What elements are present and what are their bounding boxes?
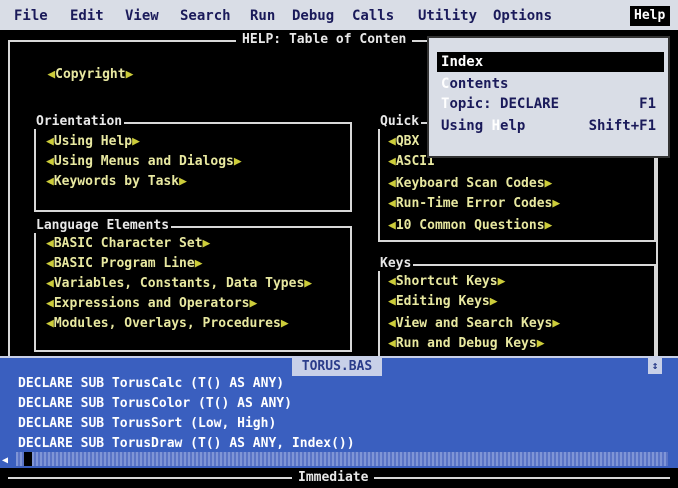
maximize-icon[interactable]: ↕: [648, 358, 662, 374]
link-label: BASIC Character Set: [53, 236, 203, 251]
link-label: 10 Common Questions: [395, 218, 545, 233]
help-window-title: HELP: Table of Conten: [236, 32, 413, 47]
menu-run[interactable]: Run: [250, 8, 275, 24]
menu-help[interactable]: Help: [630, 6, 670, 26]
menu-item-using-help[interactable]: Using Help: [441, 118, 525, 134]
link-view-search-keys[interactable]: ◀View and Search Keys▶: [388, 316, 560, 331]
menu-calls[interactable]: Calls: [352, 8, 394, 24]
link-modules[interactable]: ◀Modules, Overlays, Procedures▶: [46, 316, 289, 331]
menu-edit[interactable]: Edit: [70, 8, 104, 24]
link-label: Editing Keys: [395, 294, 490, 309]
link-label: View and Search Keys: [395, 316, 553, 331]
link-label: BASIC Program Line: [53, 256, 195, 271]
link-label: Run and Debug Keys: [395, 336, 537, 351]
code-line[interactable]: DECLARE SUB TorusColor (T() AS ANY): [18, 396, 292, 411]
code-line[interactable]: DECLARE SUB TorusDraw (T() AS ANY, Index…: [18, 436, 355, 451]
menu-file[interactable]: File: [14, 8, 48, 24]
copyright-link[interactable]: ◀Copyright▶: [16, 52, 133, 97]
link-keywords-by-task[interactable]: ◀Keywords by Task▶: [46, 174, 187, 189]
link-label: Shortcut Keys: [395, 274, 498, 289]
menu-item-label: ndex: [449, 54, 484, 70]
link-label: QBX: [395, 134, 420, 149]
language-elements-title: Language Elements: [34, 218, 172, 233]
copyright-label: Copyright: [55, 67, 126, 82]
menu-item-label: ontents: [449, 76, 509, 92]
orientation-title: Orientation: [34, 114, 125, 129]
link-expressions[interactable]: ◀Expressions and Operators▶: [46, 296, 257, 311]
link-label: Variables, Constants, Data Types: [53, 276, 305, 291]
link-label: Run-Time Error Codes: [395, 196, 553, 211]
menu-item-prefix: Using: [441, 118, 492, 134]
link-error-codes[interactable]: ◀Run-Time Error Codes▶: [388, 196, 560, 211]
shortcut-f1: F1: [639, 96, 656, 112]
code-line[interactable]: DECLARE SUB TorusSort (Low, High): [18, 416, 276, 431]
menu-item-label: opic: DECLARE: [449, 96, 560, 112]
keys-title: Keys: [378, 256, 414, 271]
menu-debug[interactable]: Debug: [292, 8, 334, 24]
menu-item-label: elp: [500, 118, 526, 134]
link-label: Keywords by Task: [53, 174, 180, 189]
link-run-debug-keys[interactable]: ◀Run and Debug Keys▶: [388, 336, 545, 351]
menu-bar: File Edit View Search Run Debug Calls Ut…: [0, 0, 678, 30]
help-menu-dropdown: Index Contents Topic: DECLARE F1 Using H…: [427, 36, 670, 158]
menu-utility[interactable]: Utility: [418, 8, 477, 24]
hotkey-label: H: [491, 118, 501, 134]
menu-view[interactable]: View: [125, 8, 159, 24]
immediate-window[interactable]: Immediate: [0, 468, 678, 488]
menu-options[interactable]: Options: [493, 8, 552, 24]
link-shortcut-keys[interactable]: ◀Shortcut Keys▶: [388, 274, 505, 289]
link-character-set[interactable]: ◀BASIC Character Set▶: [46, 236, 210, 251]
link-label: Using Menus and Dialogs: [53, 154, 234, 169]
menu-item-index[interactable]: Index: [441, 54, 483, 70]
source-window-title: TORUS.BAS: [292, 358, 382, 376]
quick-title: Quick: [378, 114, 422, 129]
code-line[interactable]: DECLARE SUB TorusCalc (T() AS ANY): [18, 376, 284, 391]
menu-item-topic[interactable]: Topic: DECLARE: [441, 96, 660, 112]
menu-item-contents[interactable]: Contents: [441, 76, 508, 92]
link-editing-keys[interactable]: ◀Editing Keys▶: [388, 294, 498, 309]
link-label: Expressions and Operators: [53, 296, 250, 311]
immediate-title: Immediate: [292, 470, 375, 485]
link-variables[interactable]: ◀Variables, Constants, Data Types▶: [46, 276, 312, 291]
link-common-questions[interactable]: ◀10 Common Questions▶: [388, 218, 552, 233]
link-scan-codes[interactable]: ◀Keyboard Scan Codes▶: [388, 176, 552, 191]
link-qbx[interactable]: ◀QBX: [388, 134, 419, 149]
horizontal-scrollbar[interactable]: [16, 452, 668, 466]
link-using-help[interactable]: ◀Using Help▶: [46, 134, 140, 149]
menu-search[interactable]: Search: [180, 8, 231, 24]
scroll-left-icon[interactable]: ◀: [2, 454, 14, 468]
link-using-menus[interactable]: ◀Using Menus and Dialogs▶: [46, 154, 242, 169]
scrollbar-thumb[interactable]: [24, 452, 32, 466]
link-label: Modules, Overlays, Procedures: [53, 316, 281, 331]
link-label: Using Help: [53, 134, 133, 149]
shortcut-shift-f1: Shift+F1: [588, 118, 656, 134]
link-label: Keyboard Scan Codes: [395, 176, 545, 191]
link-program-line[interactable]: ◀BASIC Program Line▶: [46, 256, 203, 271]
